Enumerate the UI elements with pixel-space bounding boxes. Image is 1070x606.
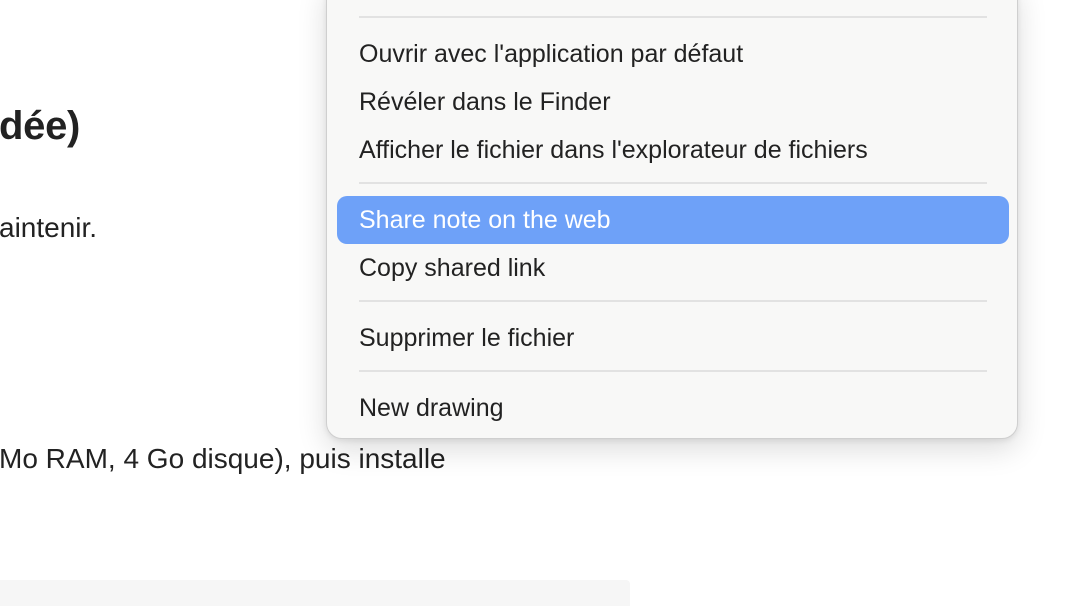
note-text-line: aintenir. — [0, 212, 98, 243]
menu-item-reveal-in-finder[interactable]: Révéler dans le Finder — [337, 78, 1009, 126]
menu-item-label: New drawing — [359, 393, 504, 422]
menu-item-copy-shared-link[interactable]: Copy shared link — [337, 244, 1009, 292]
menu-item-share-note[interactable]: Share note on the web — [337, 196, 1009, 244]
file-context-menu: Ouvrir avec l'application par défaut Rév… — [326, 0, 1018, 439]
menu-separator — [359, 16, 987, 18]
menu-item-label: Afficher le fichier dans l'explorateur d… — [359, 135, 868, 164]
menu-item-label: Ouvrir avec l'application par défaut — [359, 39, 744, 68]
menu-item-delete-file[interactable]: Supprimer le fichier — [337, 314, 1009, 362]
menu-separator — [359, 182, 987, 184]
menu-separator — [359, 370, 987, 372]
menu-item-show-in-explorer[interactable]: Afficher le fichier dans l'explorateur d… — [337, 126, 1009, 174]
code-block — [0, 580, 630, 606]
menu-item-label: Share note on the web — [359, 205, 611, 234]
note-heading: dée) — [0, 104, 81, 148]
menu-item-open-default-app[interactable]: Ouvrir avec l'application par défaut — [337, 30, 1009, 78]
note-text-line: Mo RAM, 4 Go disque), puis installe — [0, 443, 446, 474]
menu-item-label: Copy shared link — [359, 253, 546, 282]
menu-item-label: Supprimer le fichier — [359, 323, 575, 352]
menu-item-new-drawing[interactable]: New drawing — [337, 384, 1009, 432]
menu-separator — [359, 300, 987, 302]
menu-item-label: Révéler dans le Finder — [359, 87, 611, 116]
